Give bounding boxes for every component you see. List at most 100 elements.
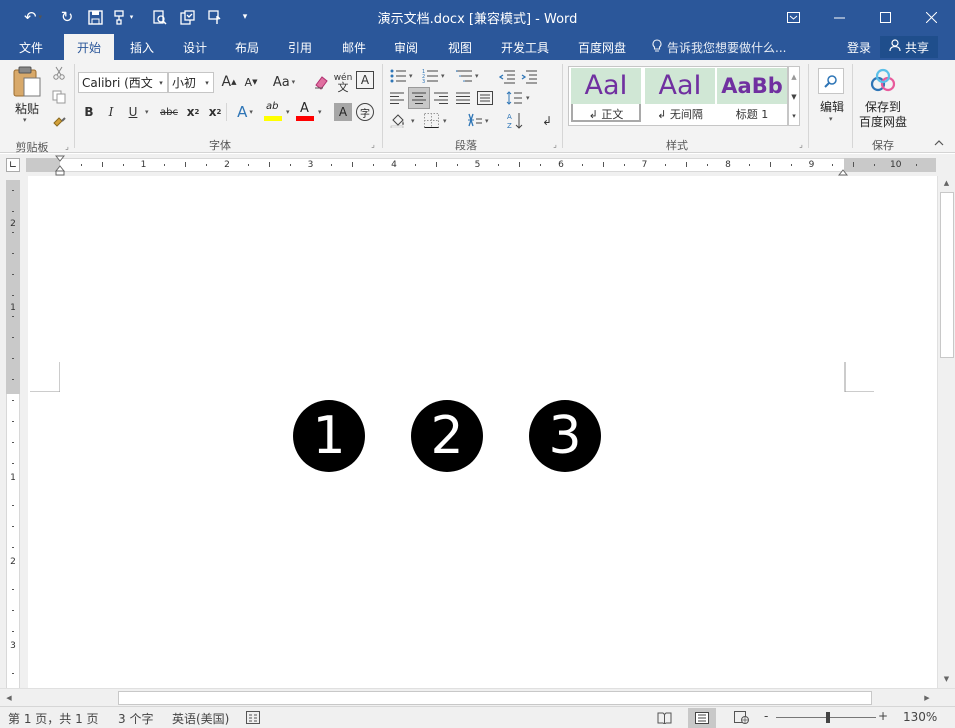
tab-design[interactable]: 设计 — [172, 34, 218, 60]
styles-up-icon[interactable]: ▲ — [789, 67, 799, 87]
language-indicator[interactable]: 英语(美国) — [172, 710, 229, 727]
tab-layout[interactable]: 布局 — [225, 34, 269, 60]
save-to-baidu-button[interactable]: 保存到 百度网盘 — [854, 66, 912, 132]
style-heading-1[interactable]: AaBb 标题 1 — [717, 68, 787, 122]
italic-button[interactable]: I — [100, 101, 122, 123]
distributed-icon[interactable] — [474, 87, 496, 109]
font-size-dropdown-icon[interactable]: ▾ — [201, 79, 213, 87]
undo-icon[interactable]: ↶ ▾ — [20, 4, 46, 30]
web-layout-icon[interactable] — [734, 711, 749, 727]
horizontal-scroll-thumb[interactable] — [118, 691, 872, 705]
zoom-out-button[interactable]: - — [764, 709, 768, 723]
strikethrough-button[interactable]: abc — [156, 101, 182, 123]
tell-me-search[interactable]: 告诉我您想要做什么... — [652, 34, 786, 60]
align-center-icon[interactable] — [408, 87, 430, 109]
font-color-icon[interactable]: A ▾ — [296, 101, 326, 123]
style-no-spacing[interactable]: AaI ↲ 无间隔 — [645, 68, 715, 122]
justify-icon[interactable] — [452, 87, 474, 109]
page-count[interactable]: 第 1 页，共 1 页 — [8, 710, 99, 727]
font-size-combo[interactable]: 小初 ▾ — [168, 72, 214, 93]
superscript-button[interactable]: x2 — [204, 101, 226, 123]
sort-icon[interactable]: AZ — [504, 110, 526, 132]
clipboard-launcher-icon[interactable]: ⌟ — [62, 141, 72, 151]
highlight-color-icon[interactable]: ab ▾ — [264, 101, 294, 123]
underline-dropdown-icon[interactable]: ▾ — [145, 108, 149, 116]
decrease-indent-icon[interactable] — [496, 66, 518, 88]
bold-button[interactable]: B — [78, 101, 100, 123]
tab-insert[interactable]: 插入 — [120, 34, 164, 60]
style-normal[interactable]: AaI ↲ 正文 — [571, 68, 641, 122]
document-page[interactable]: 1 2 3 — [28, 176, 937, 688]
word-count[interactable]: 3 个字 — [118, 710, 153, 727]
line-spacing-icon[interactable]: ▾ — [504, 87, 534, 109]
vertical-scrollbar[interactable]: ▲ ▼ — [937, 176, 955, 688]
tab-mailings[interactable]: 邮件 — [331, 34, 377, 60]
tab-baidu-netdisk[interactable]: 百度网盘 — [568, 34, 636, 60]
shading-icon[interactable]: ▾ — [388, 110, 420, 132]
paragraph-launcher-icon[interactable]: ⌟ — [550, 139, 560, 149]
indent-markers[interactable] — [54, 154, 66, 176]
paste-button[interactable]: 粘贴 ▾ — [6, 64, 48, 126]
underline-button[interactable]: U — [122, 101, 144, 123]
copy-icon[interactable] — [48, 86, 70, 108]
collapse-ribbon-icon[interactable] — [930, 136, 948, 150]
tab-review[interactable]: 审阅 — [384, 34, 428, 60]
chinese-layout-icon[interactable]: ▾ — [464, 110, 494, 132]
tab-references[interactable]: 引用 — [278, 34, 322, 60]
cut-icon[interactable] — [48, 62, 70, 84]
redo-icon[interactable]: ↻ — [54, 4, 80, 30]
touch-mode-icon[interactable] — [202, 4, 228, 30]
grow-font-icon[interactable]: A ▲ — [218, 71, 240, 93]
tab-home[interactable]: 开始 — [64, 34, 114, 60]
subscript-button[interactable]: x2 — [182, 101, 204, 123]
format-painter-quick-icon[interactable]: ▾ — [110, 4, 136, 30]
change-case-icon[interactable]: Aa ▾ — [268, 71, 300, 93]
tab-file[interactable]: 文件 — [8, 34, 54, 60]
read-mode-icon[interactable] — [657, 711, 672, 727]
enclose-characters-icon[interactable]: 字 — [356, 103, 374, 121]
document-check-icon[interactable] — [174, 4, 200, 30]
minimize-icon[interactable] — [816, 0, 862, 34]
maximize-icon[interactable] — [862, 0, 908, 34]
print-preview-icon[interactable] — [146, 4, 172, 30]
shrink-font-icon[interactable]: A ▼ — [240, 71, 262, 93]
format-painter-icon[interactable] — [48, 110, 70, 132]
close-icon[interactable] — [908, 0, 954, 34]
borders-icon[interactable]: ▾ — [422, 110, 452, 132]
scroll-down-icon[interactable]: ▼ — [938, 672, 955, 686]
zoom-in-button[interactable]: + — [878, 709, 888, 723]
phonetic-guide-icon[interactable]: wén 文 — [332, 70, 354, 96]
tab-view[interactable]: 视图 — [437, 34, 483, 60]
zoom-percentage[interactable]: 130% — [903, 710, 937, 724]
tab-developer[interactable]: 开发工具 — [490, 34, 560, 60]
numbering-icon[interactable]: 1 2 3 ▾ — [420, 66, 450, 88]
align-left-icon[interactable] — [386, 87, 408, 109]
ribbon-display-options-icon[interactable] — [770, 0, 816, 34]
editing-group[interactable]: 编辑 ▾ — [812, 60, 852, 153]
styles-launcher-icon[interactable]: ⌟ — [796, 139, 806, 149]
horizontal-scrollbar[interactable]: ◀ ▶ — [0, 688, 955, 706]
login-link[interactable]: 登录 — [843, 34, 875, 60]
bullets-icon[interactable]: ▾ — [388, 66, 418, 88]
styles-down-icon[interactable]: ▼ — [789, 87, 799, 107]
character-shading-icon[interactable]: A — [334, 103, 352, 121]
character-border-icon[interactable]: A — [356, 71, 374, 89]
scroll-up-icon[interactable]: ▲ — [938, 176, 955, 190]
clear-formatting-icon[interactable] — [310, 71, 332, 93]
font-launcher-icon[interactable]: ⌟ — [368, 139, 378, 149]
align-right-icon[interactable] — [430, 87, 452, 109]
scroll-left-icon[interactable]: ◀ — [2, 690, 16, 705]
macro-record-icon[interactable] — [246, 711, 260, 727]
multilevel-list-icon[interactable]: ▾ — [454, 66, 484, 88]
font-name-combo[interactable]: Calibri (西文 ▾ — [78, 72, 168, 93]
styles-more-icon[interactable]: ▾ — [789, 107, 799, 125]
share-button[interactable]: 共享 — [880, 36, 938, 58]
save-icon[interactable] — [82, 4, 108, 30]
right-indent-marker[interactable] — [837, 165, 849, 176]
vertical-scroll-thumb[interactable] — [940, 192, 954, 358]
scroll-right-icon[interactable]: ▶ — [920, 690, 934, 705]
customize-quick-access-icon[interactable]: ▾ — [232, 4, 258, 30]
zoom-slider-thumb[interactable] — [826, 712, 830, 723]
show-marks-icon[interactable]: ↲ — [536, 110, 558, 132]
text-effects-icon[interactable]: A ▾ — [230, 101, 260, 123]
